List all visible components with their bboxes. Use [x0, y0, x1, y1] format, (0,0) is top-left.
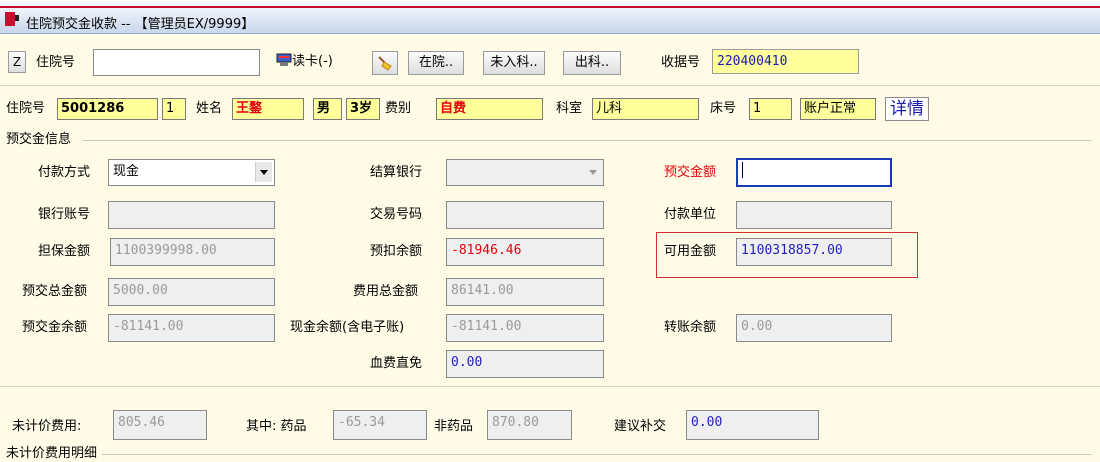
- guarantee-label: 担保金额: [38, 244, 91, 259]
- deposit-balance-field: -81141.00: [108, 314, 275, 342]
- chevron-down-icon[interactable]: [585, 162, 601, 182]
- receipt-no-label: 收据号: [661, 55, 701, 70]
- deposit-balance-label: 预交金余额: [22, 320, 88, 335]
- window-title: 住院预交金收款 -- 【管理员EX/9999】: [26, 17, 255, 32]
- toolbar-separator: [0, 85, 1100, 86]
- patient-sex: 男: [313, 98, 342, 120]
- fee-type: 自费: [436, 98, 543, 120]
- nondrug-label: 非药品: [434, 419, 474, 434]
- unpriced-detail-title: 未计价费用明细: [6, 446, 98, 461]
- detail-button[interactable]: 详情: [885, 97, 929, 121]
- title-accent-stripe: [0, 6, 1100, 8]
- bed-label: 床号: [710, 101, 737, 116]
- not-admitted-button[interactable]: 未入科..: [483, 51, 545, 75]
- deposit-section-separator: [0, 386, 1100, 387]
- read-card-button[interactable]: 读卡(-): [276, 51, 362, 75]
- dept-label: 科室: [556, 101, 583, 116]
- pay-method-value: 现金: [113, 164, 140, 179]
- card-reader-icon: [276, 53, 292, 67]
- patient-hospital-no-label: 住院号: [6, 101, 46, 116]
- app-icon: [5, 12, 19, 26]
- bank-account-field: [108, 201, 275, 229]
- chevron-down-icon[interactable]: [255, 162, 272, 182]
- suggest-field: 0.00: [686, 410, 819, 440]
- patient-name: 王鍪: [232, 98, 304, 120]
- receipt-no-field: 220400410: [712, 49, 859, 74]
- bank-account-label: 银行账号: [38, 207, 91, 222]
- payer-unit-field: [736, 201, 892, 229]
- deposit-group-border: [82, 140, 1092, 141]
- suggest-label: 建议补交: [614, 419, 667, 434]
- unpriced-detail-group-border: [102, 454, 1092, 455]
- payer-unit-label: 付款单位: [664, 207, 717, 222]
- cash-balance-label: 现金余额(含电子账): [290, 320, 405, 335]
- trade-no-field: [446, 201, 604, 229]
- unpriced-fee-label: 未计价费用:: [12, 419, 82, 434]
- dept: 儿科: [592, 98, 699, 120]
- transfer-balance-field: 0.00: [736, 314, 892, 342]
- deposit-amount-input[interactable]: [736, 158, 892, 187]
- pay-method-select[interactable]: 现金: [108, 159, 275, 186]
- prededuct-label: 预扣余额: [370, 244, 423, 259]
- total-fee-label: 费用总金额: [353, 284, 419, 299]
- z-button[interactable]: Z: [8, 51, 26, 73]
- available-field: 1100318857.00: [736, 238, 892, 266]
- total-deposit-field: 5000.00: [108, 278, 275, 306]
- broom-icon: [376, 56, 394, 76]
- pay-method-label: 付款方式: [38, 165, 91, 180]
- cash-balance-field: -81141.00: [446, 314, 604, 342]
- blood-fee-field: 0.00: [446, 350, 604, 378]
- title-bar: 住院预交金收款 -- 【管理员EX/9999】: [0, 0, 1100, 34]
- visit-count: 1: [162, 98, 186, 120]
- unpriced-fee-field: 805.46: [113, 410, 207, 440]
- deposit-section-title: 预交金信息: [6, 132, 72, 147]
- name-label: 姓名: [196, 101, 223, 116]
- drug-field: -65.34: [333, 410, 427, 440]
- hospital-no-input[interactable]: [93, 49, 260, 76]
- prededuct-field: -81946.46: [446, 238, 604, 266]
- in-hospital-button[interactable]: 在院..: [408, 51, 464, 75]
- text-caret: [742, 162, 743, 178]
- toolbar-hospital-no-label: 住院号: [36, 55, 76, 70]
- account-status: 账户正常: [800, 98, 876, 120]
- broom-button[interactable]: [372, 51, 398, 75]
- trade-no-label: 交易号码: [370, 207, 423, 222]
- patient-hospital-no: 5001286: [57, 98, 158, 120]
- deposit-amount-label: 预交金额: [664, 165, 717, 180]
- patient-age: 3岁: [346, 98, 380, 120]
- total-deposit-label: 预交总金额: [22, 284, 88, 299]
- settle-bank-select[interactable]: [446, 159, 604, 186]
- available-label: 可用金额: [664, 244, 717, 259]
- fee-type-label: 费别: [385, 101, 412, 116]
- total-fee-field: 86141.00: [446, 278, 604, 306]
- bed-no: 1: [749, 98, 792, 120]
- discharged-button[interactable]: 出科..: [563, 51, 621, 75]
- read-card-label: 读卡(-): [292, 54, 333, 69]
- drug-label: 其中: 药品: [246, 419, 307, 434]
- transfer-balance-label: 转账余额: [664, 320, 717, 335]
- settle-bank-label: 结算银行: [370, 165, 423, 180]
- nondrug-field: 870.80: [487, 410, 572, 440]
- guarantee-field: 1100399998.00: [110, 238, 275, 266]
- blood-fee-label: 血费直免: [370, 356, 423, 371]
